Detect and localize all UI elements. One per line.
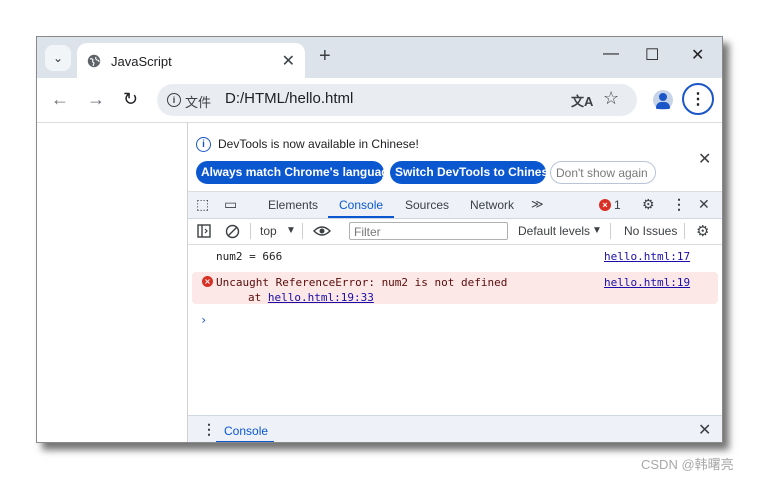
globe-icon <box>87 54 101 68</box>
context-dropdown-icon[interactable]: ▼ <box>286 225 296 236</box>
source-link[interactable]: hello.html:17 <box>604 250 690 263</box>
stack-source-link[interactable]: hello.html:19:33 <box>268 291 374 304</box>
chrome-menu-button[interactable]: ⋮ <box>682 83 714 115</box>
profile-avatar-icon[interactable] <box>653 90 673 110</box>
error-icon: × <box>202 276 213 287</box>
bookmark-star-icon[interactable]: ☆ <box>603 88 619 109</box>
tab-strip: ⌄ JavaScript ✕ + — ☐ ✕ <box>37 37 722 78</box>
drawer-menu-icon[interactable]: ⋮ <box>202 421 216 438</box>
back-button[interactable]: ← <box>51 89 69 110</box>
switch-to-chinese-button[interactable]: Switch DevTools to Chinese <box>390 161 555 184</box>
tab-network[interactable]: Network <box>470 198 514 212</box>
toolbar-separator <box>610 223 611 239</box>
filter-input[interactable]: Filter <box>349 222 508 240</box>
console-log-message: num2 = 666 <box>216 250 283 263</box>
clear-console-icon[interactable] <box>225 224 240 239</box>
browser-toolbar: ← → ↻ i 文件 D:/HTML/hello.html 文A ☆ ⋮ <box>37 78 722 123</box>
infobar-message: DevTools is now available in Chinese! <box>218 137 419 151</box>
toolbar-separator <box>250 223 251 239</box>
settings-gear-icon[interactable]: ⚙ <box>642 196 655 213</box>
address-url[interactable]: D:/HTML/hello.html <box>225 90 353 107</box>
dont-show-again-button[interactable]: Don't show again <box>550 161 656 184</box>
tab-javascript[interactable]: JavaScript ✕ <box>77 43 305 78</box>
minimize-button[interactable]: — <box>603 45 619 63</box>
devtools-tab-bar: ⬚ ▭ Elements Console Sources Network ≫ ×… <box>188 192 722 219</box>
tab-search-button[interactable]: ⌄ <box>45 45 71 71</box>
drawer-active-indicator <box>216 441 274 442</box>
console-prompt[interactable]: › <box>200 313 207 327</box>
error-badge-icon[interactable]: × <box>599 199 611 211</box>
browser-window: ⌄ JavaScript ✕ + — ☐ ✕ ← → ↻ i 文件 D:/HTM… <box>36 36 723 443</box>
drawer-close-icon[interactable]: ✕ <box>698 420 711 440</box>
infobar-close-icon[interactable]: ✕ <box>698 149 711 169</box>
translate-icon[interactable]: 文A <box>571 91 593 110</box>
toolbar-separator <box>684 223 685 239</box>
new-tab-button[interactable]: + <box>319 45 331 68</box>
reload-button[interactable]: ↻ <box>123 89 138 110</box>
window-close-button[interactable]: ✕ <box>691 45 704 65</box>
devtools-close-icon[interactable]: ✕ <box>698 196 710 213</box>
issues-counter[interactable]: No Issues <box>624 224 677 238</box>
tab-elements[interactable]: Elements <box>268 198 318 212</box>
site-info-icon[interactable]: i <box>167 93 181 107</box>
devtools-panel: i DevTools is now available in Chinese! … <box>188 123 722 442</box>
devtools-language-infobar: i DevTools is now available in Chinese! … <box>188 123 722 192</box>
maximize-button[interactable]: ☐ <box>645 45 659 65</box>
console-toolbar: top ▼ Filter Default levels ▼ No Issues … <box>188 219 722 245</box>
log-levels-dropdown[interactable]: Default levels <box>518 224 590 238</box>
toolbar-separator <box>302 223 303 239</box>
error-stack-line: at hello.html:19:33 <box>248 291 374 304</box>
more-tabs-icon[interactable]: ≫ <box>531 197 544 211</box>
active-tab-indicator <box>328 216 394 218</box>
console-drawer-bar: ⋮ Console ✕ <box>188 415 722 442</box>
tab-sources[interactable]: Sources <box>405 198 449 212</box>
tab-close-icon[interactable]: ✕ <box>282 51 295 71</box>
drawer-tab-console[interactable]: Console <box>224 424 268 438</box>
info-icon: i <box>196 137 211 152</box>
console-error-message: × Uncaught ReferenceError: num2 is not d… <box>192 272 718 304</box>
error-text: Uncaught ReferenceError: num2 is not def… <box>216 276 508 289</box>
stack-at-prefix: at <box>248 291 268 304</box>
page-viewport <box>37 123 188 442</box>
error-count[interactable]: 1 <box>614 198 621 212</box>
inspect-element-icon[interactable]: ⬚ <box>196 196 209 213</box>
sidebar-toggle-icon[interactable] <box>197 224 211 238</box>
address-scheme-label: 文件 <box>185 95 212 110</box>
console-settings-icon[interactable]: ⚙ <box>696 222 709 240</box>
tab-title: JavaScript <box>111 54 172 69</box>
device-toolbar-icon[interactable]: ▭ <box>224 196 237 213</box>
always-match-language-button[interactable]: Always match Chrome's language <box>196 161 395 184</box>
levels-dropdown-icon[interactable]: ▼ <box>592 225 602 236</box>
devtools-more-icon[interactable]: ⋮ <box>672 196 686 213</box>
eye-icon[interactable] <box>313 225 331 237</box>
tab-console[interactable]: Console <box>339 198 383 212</box>
console-output: num2 = 666 hello.html:17 × Uncaught Refe… <box>188 245 722 415</box>
watermark: CSDN @韩曙亮 <box>641 457 734 472</box>
context-selector[interactable]: top <box>260 224 277 238</box>
address-bar[interactable]: i 文件 D:/HTML/hello.html 文A ☆ <box>157 84 637 116</box>
forward-button[interactable]: → <box>87 89 105 110</box>
source-link[interactable]: hello.html:19 <box>604 276 690 289</box>
